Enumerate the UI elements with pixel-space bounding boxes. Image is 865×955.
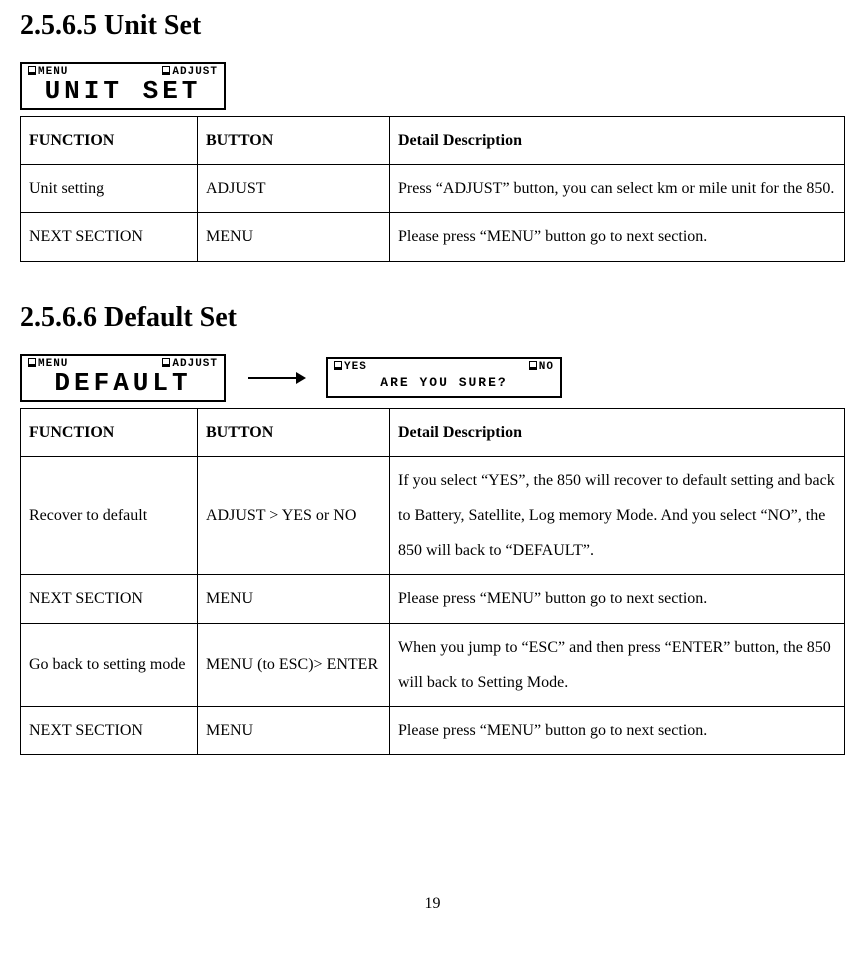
lcd-main-text: UNIT SET xyxy=(28,78,218,104)
table-row: Unit setting ADJUST Press “ADJUST” butto… xyxy=(21,165,845,213)
header-button: BUTTON xyxy=(198,408,390,456)
lcd-yes-label: YES xyxy=(334,361,367,373)
cell-detail: If you select “YES”, the 850 will recove… xyxy=(390,456,845,575)
lcd-row-unit-set: MENU ADJUST UNIT SET xyxy=(20,62,845,110)
arrow-icon xyxy=(246,370,306,386)
lcd-screen-unit-set: MENU ADJUST UNIT SET xyxy=(20,62,226,110)
cell-detail: Please press “MENU” button go to next se… xyxy=(390,575,845,623)
table-row: NEXT SECTION MENU Please press “MENU” bu… xyxy=(21,706,845,754)
cell-detail: Please press “MENU” button go to next se… xyxy=(390,706,845,754)
lcd-main-text: ARE YOU SURE? xyxy=(334,373,554,392)
table-row: NEXT SECTION MENU Please press “MENU” bu… xyxy=(21,213,845,261)
lcd-screen-confirm: YES NO ARE YOU SURE? xyxy=(326,357,562,398)
header-function: FUNCTION xyxy=(21,117,198,165)
cell-detail: Please press “MENU” button go to next se… xyxy=(390,213,845,261)
section-heading-unit-set: 2.5.6.5 Unit Set xyxy=(20,10,845,42)
table-header-row: FUNCTION BUTTON Detail Description xyxy=(21,408,845,456)
lcd-screen-default: MENU ADJUST DEFAULT xyxy=(20,354,226,402)
cell-button: MENU xyxy=(198,213,390,261)
table-row: Go back to setting mode MENU (to ESC)> E… xyxy=(21,623,845,706)
cell-function: Unit setting xyxy=(21,165,198,213)
table-row: Recover to default ADJUST > YES or NO If… xyxy=(21,456,845,575)
lcd-main-text: DEFAULT xyxy=(28,370,218,396)
header-button: BUTTON xyxy=(198,117,390,165)
cell-button: MENU (to ESC)> ENTER xyxy=(198,623,390,706)
cell-button: MENU xyxy=(198,575,390,623)
default-set-table: FUNCTION BUTTON Detail Description Recov… xyxy=(20,408,845,756)
section-heading-default-set: 2.5.6.6 Default Set xyxy=(20,302,845,334)
header-detail: Detail Description xyxy=(390,117,845,165)
cell-function: NEXT SECTION xyxy=(21,706,198,754)
lcd-row-default-set: MENU ADJUST DEFAULT YES NO ARE YOU SURE? xyxy=(20,354,845,402)
lcd-no-label: NO xyxy=(529,361,554,373)
cell-detail: When you jump to “ESC” and then press “E… xyxy=(390,623,845,706)
cell-button: MENU xyxy=(198,706,390,754)
cell-function: NEXT SECTION xyxy=(21,213,198,261)
header-detail: Detail Description xyxy=(390,408,845,456)
table-header-row: FUNCTION BUTTON Detail Description xyxy=(21,117,845,165)
cell-button: ADJUST xyxy=(198,165,390,213)
table-row: NEXT SECTION MENU Please press “MENU” bu… xyxy=(21,575,845,623)
cell-button: ADJUST > YES or NO xyxy=(198,456,390,575)
unit-set-table: FUNCTION BUTTON Detail Description Unit … xyxy=(20,116,845,262)
cell-function: NEXT SECTION xyxy=(21,575,198,623)
cell-function: Recover to default xyxy=(21,456,198,575)
cell-function: Go back to setting mode xyxy=(21,623,198,706)
header-function: FUNCTION xyxy=(21,408,198,456)
cell-detail: Press “ADJUST” button, you can select km… xyxy=(390,165,845,213)
page-number: 19 xyxy=(20,895,845,913)
